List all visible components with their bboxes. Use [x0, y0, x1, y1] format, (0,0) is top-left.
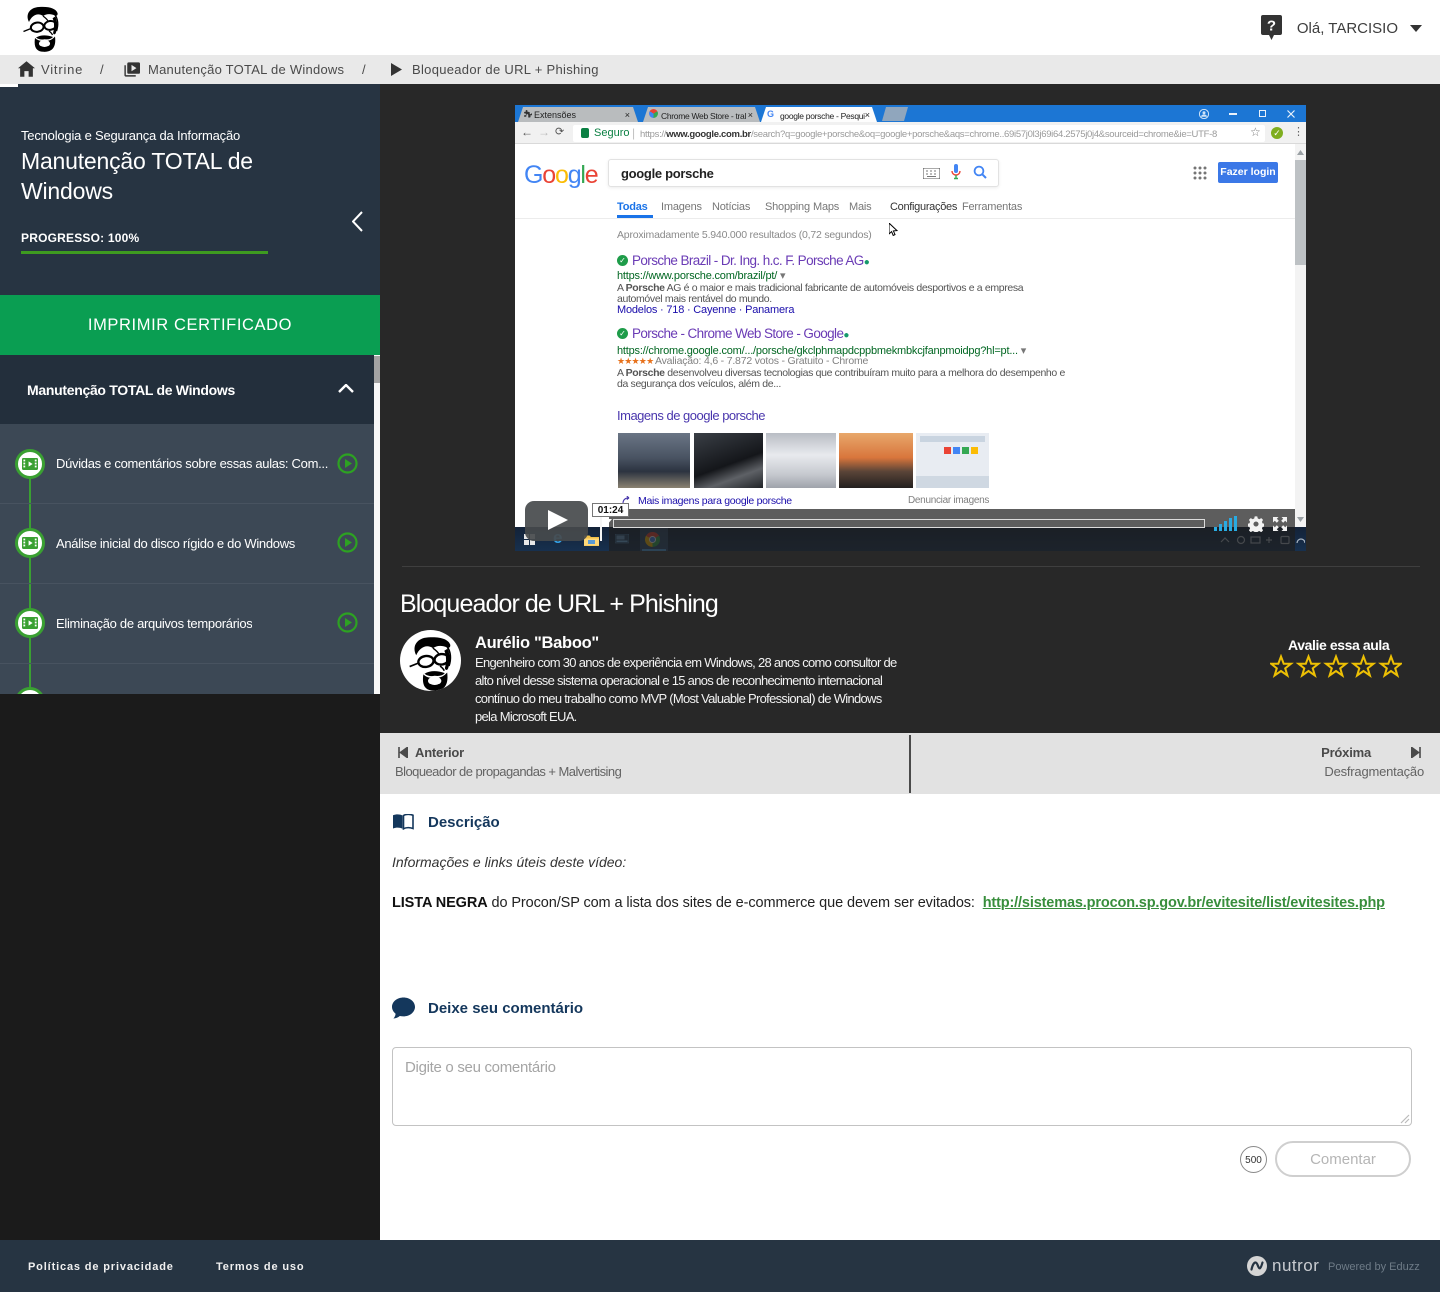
svg-text:?: ? — [1267, 18, 1276, 35]
